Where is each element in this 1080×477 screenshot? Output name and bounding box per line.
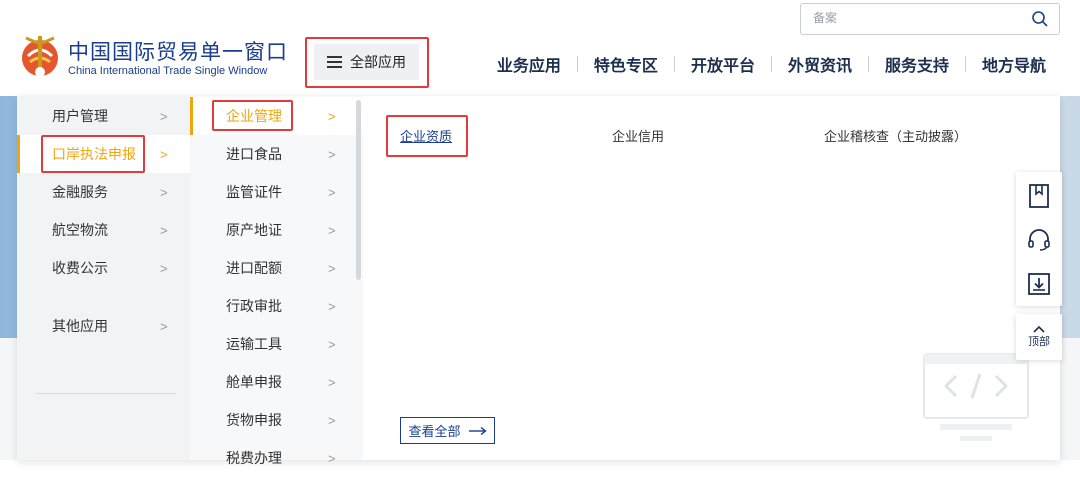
- menu-sub-label: 货物申报: [226, 412, 282, 428]
- menu-sub-tax-payment[interactable]: 税费办理 >: [190, 439, 363, 477]
- highlight-all-apps: [305, 37, 429, 88]
- nav-business-apps[interactable]: 业务应用: [481, 52, 577, 76]
- menu-sub-goods-declaration[interactable]: 货物申报 >: [190, 401, 363, 439]
- menu-sub-label: 行政审批: [226, 298, 282, 314]
- menu-divider: [36, 393, 176, 394]
- nav-featured-zones[interactable]: 特色专区: [578, 52, 674, 76]
- chevron-right-icon: >: [328, 108, 336, 124]
- nav-service-support[interactable]: 服务支持: [869, 52, 965, 76]
- chevron-right-icon: >: [328, 184, 336, 200]
- download-button[interactable]: [1016, 262, 1062, 306]
- chevron-right-icon: >: [328, 336, 336, 352]
- menu-sub-label: 舱单申报: [226, 374, 282, 390]
- menu-category-fee-disclosure[interactable]: 收费公示 >: [17, 249, 190, 287]
- menu-sub-label: 税费办理: [226, 450, 282, 466]
- menu-scrollbar[interactable]: [356, 100, 361, 280]
- menu-sub-administrative-approval[interactable]: 行政审批 >: [190, 287, 363, 325]
- search-icon[interactable]: [1031, 10, 1049, 28]
- menu-link-enterprise-audit[interactable]: 企业稽核查（主动披露）: [824, 126, 967, 145]
- bookmark-button[interactable]: [1016, 174, 1062, 218]
- menu-sub-manifest-declaration[interactable]: 舱单申报 >: [190, 363, 363, 401]
- highlight-enterprise-management: [212, 100, 293, 131]
- menu-category-label: 航空物流: [52, 222, 108, 238]
- menu-category-label: 金融服务: [52, 184, 108, 200]
- menu-sub-import-quota[interactable]: 进口配额 >: [190, 249, 363, 287]
- code-window-illustration: [923, 353, 1029, 441]
- main-nav: 业务应用 特色专区 开放平台 外贸资讯 服务支持 地方导航: [481, 52, 1046, 76]
- view-all-button[interactable]: 查看全部: [400, 417, 495, 444]
- customs-emblem-logo[interactable]: [18, 30, 62, 82]
- highlight-port-declaration: [41, 135, 145, 173]
- arrow-right-icon: [468, 426, 487, 435]
- brand-subtitle: China International Trade Single Window: [68, 65, 268, 77]
- download-icon: [1028, 273, 1050, 295]
- menu-category-air-logistics[interactable]: 航空物流 >: [17, 211, 190, 249]
- highlight-enterprise-qualification: [386, 115, 468, 157]
- chevron-right-icon: >: [328, 450, 336, 466]
- headset-icon: [1028, 229, 1050, 251]
- menu-link-enterprise-credit[interactable]: 企业信用: [612, 126, 664, 145]
- chevron-right-icon: >: [160, 222, 168, 238]
- chevron-right-icon: >: [160, 260, 168, 276]
- nav-open-platform[interactable]: 开放平台: [675, 52, 771, 76]
- menu-sub-imported-food[interactable]: 进口食品 >: [190, 135, 363, 173]
- back-to-top-label: 顶部: [1028, 336, 1050, 348]
- menu-sub-transport-vehicles[interactable]: 运输工具 >: [190, 325, 363, 363]
- menu-sub-label: 监管证件: [226, 184, 282, 200]
- menu-sub-label: 进口食品: [226, 146, 282, 162]
- view-all-label: 查看全部: [408, 424, 461, 439]
- menu-category-user-management[interactable]: 用户管理 >: [17, 97, 190, 135]
- nav-trade-news[interactable]: 外贸资讯: [772, 52, 868, 76]
- chevron-right-icon: >: [328, 298, 336, 314]
- search-box[interactable]: [800, 3, 1060, 35]
- chevron-right-icon: >: [160, 146, 168, 162]
- search-input[interactable]: [811, 10, 1015, 26]
- floating-toolbar: [1016, 172, 1062, 306]
- back-to-top-button[interactable]: 顶部: [1016, 314, 1062, 360]
- bookmark-icon: [1029, 184, 1049, 208]
- active-indicator: [190, 97, 193, 135]
- chevron-right-icon: >: [328, 222, 336, 238]
- brand-title: 中国国际贸易单一窗口: [68, 40, 288, 64]
- site-header: 中国国际贸易单一窗口 China International Trade Sin…: [0, 0, 1080, 96]
- chevron-up-icon: [1033, 325, 1045, 333]
- menu-category-other-apps[interactable]: 其他应用 >: [17, 307, 190, 345]
- chevron-right-icon: >: [160, 184, 168, 200]
- menu-category-label: 收费公示: [52, 260, 108, 276]
- menu-category-financial-services[interactable]: 金融服务 >: [17, 173, 190, 211]
- menu-subcategory-column: 企业管理 > 进口食品 > 监管证件 > 原产地证 > 进口配额 > 行政审批 > 运输工具…: [190, 96, 363, 466]
- chevron-right-icon: >: [328, 374, 336, 390]
- nav-local-navigation[interactable]: 地方导航: [966, 52, 1046, 76]
- chevron-right-icon: >: [328, 146, 336, 162]
- menu-category-label: 其他应用: [52, 318, 108, 334]
- chevron-right-icon: >: [160, 108, 168, 124]
- menu-sub-label: 进口配额: [226, 260, 282, 276]
- menu-sub-label: 原产地证: [226, 222, 282, 238]
- active-indicator: [17, 135, 20, 173]
- menu-sub-label: 运输工具: [226, 336, 282, 352]
- chevron-right-icon: >: [160, 318, 168, 334]
- customer-service-button[interactable]: [1016, 218, 1062, 262]
- chevron-right-icon: >: [328, 260, 336, 276]
- menu-category-label: 用户管理: [52, 108, 108, 124]
- menu-sub-regulatory-certificates[interactable]: 监管证件 >: [190, 173, 363, 211]
- menu-sub-certificate-of-origin[interactable]: 原产地证 >: [190, 211, 363, 249]
- chevron-right-icon: >: [328, 412, 336, 428]
